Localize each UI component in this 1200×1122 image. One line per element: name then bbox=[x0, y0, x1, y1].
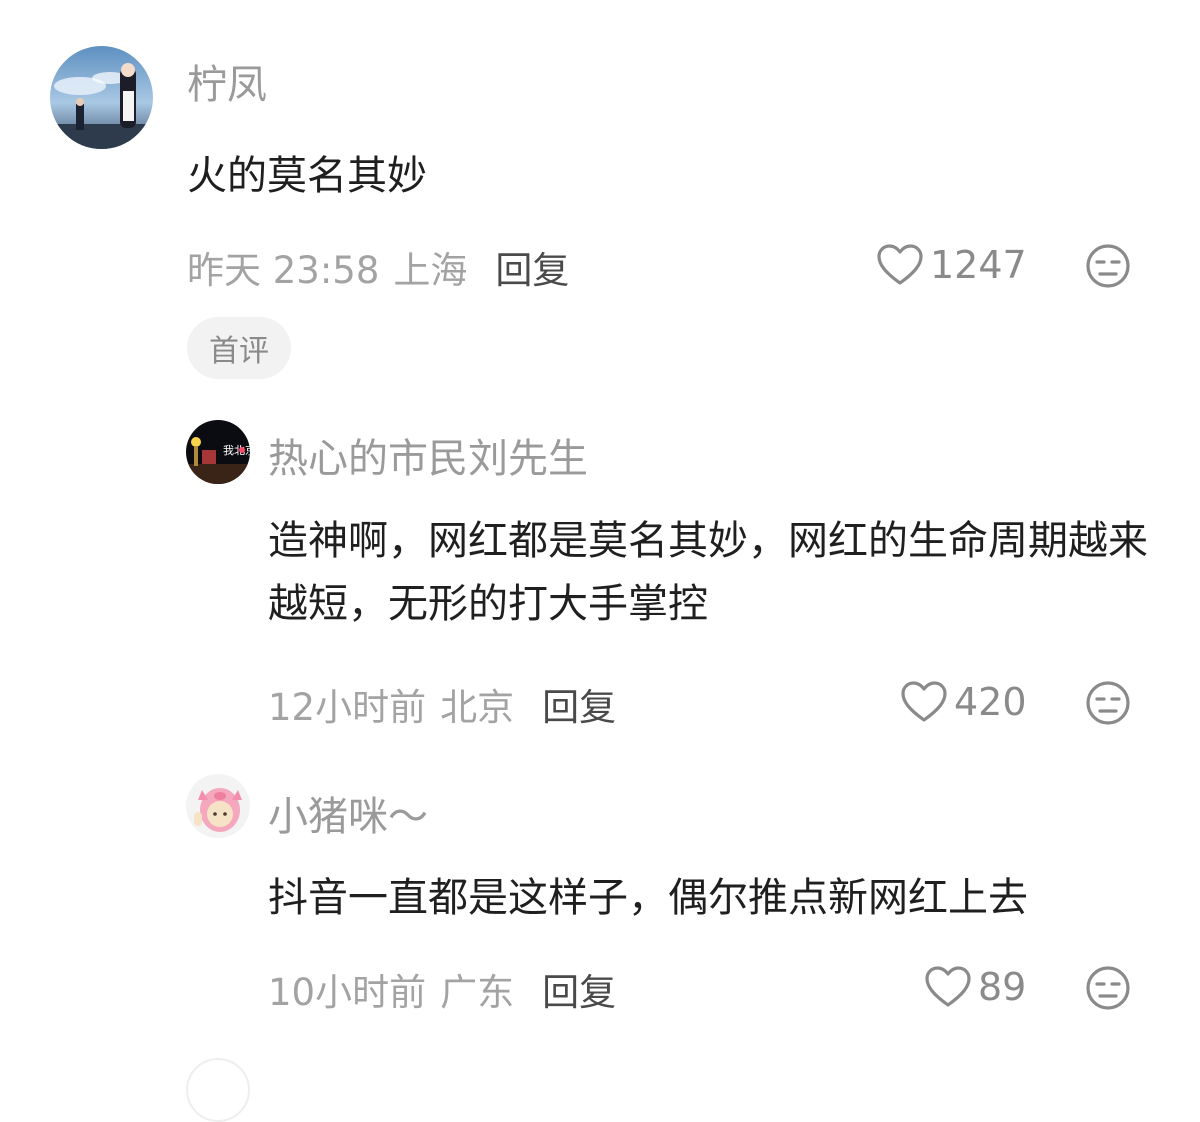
reply-item: 我北京 热心的市民刘先生 造神啊，网红都是莫名其妙，网红的生命周期越来越短，无形… bbox=[0, 400, 1200, 740]
avatar-partial[interactable] bbox=[186, 1058, 250, 1122]
avatar[interactable] bbox=[50, 46, 153, 149]
avatar[interactable]: 我北京 bbox=[186, 420, 250, 484]
reply-button[interactable]: 回复 bbox=[542, 677, 616, 731]
reply-item: 小猪咪～ 抖音一直都是这样子，偶尔推点新网红上去 10小时前 广东 回复 89 bbox=[0, 740, 1200, 1030]
reply-location: 广东 bbox=[440, 971, 515, 1014]
like-button[interactable]: 420 bbox=[900, 677, 1027, 727]
avatar[interactable] bbox=[186, 774, 250, 838]
reply-button[interactable]: 回复 bbox=[542, 962, 616, 1016]
like-count: 89 bbox=[978, 965, 1027, 1009]
reply-username[interactable]: 小猪咪～ bbox=[268, 784, 428, 842]
comment-text: 火的莫名其妙 bbox=[187, 153, 427, 199]
reply-meta: 12小时前 北京 回复 bbox=[268, 677, 616, 731]
first-comment-badge: 首评 bbox=[187, 317, 291, 379]
heart-outline-icon bbox=[877, 244, 923, 285]
comment-time: 昨天 23:58 bbox=[187, 249, 380, 292]
reply-text: 造神啊，网红都是莫名其妙，网红的生命周期越来越短，无形的打大手掌控 bbox=[268, 518, 1148, 627]
reply-text: 抖音一直都是这样子，偶尔推点新网红上去 bbox=[268, 875, 1028, 921]
comment-username[interactable]: 柠凤 bbox=[187, 52, 267, 110]
reply-username[interactable]: 热心的市民刘先生 bbox=[268, 426, 588, 484]
like-count: 420 bbox=[954, 680, 1027, 724]
reply-button[interactable]: 回复 bbox=[495, 240, 569, 294]
comment-meta: 昨天 23:58 上海 回复 bbox=[187, 240, 569, 294]
comment-item: 柠凤 火的莫名其妙 昨天 23:58 上海 回复 1247 首评 bbox=[0, 0, 1200, 400]
reply-meta: 10小时前 广东 回复 bbox=[268, 962, 616, 1016]
reply-location: 北京 bbox=[440, 686, 515, 729]
unamused-face-icon[interactable] bbox=[1085, 965, 1131, 1011]
like-count: 1247 bbox=[930, 243, 1027, 287]
unamused-face-icon[interactable] bbox=[1085, 680, 1131, 726]
reply-time: 10小时前 bbox=[268, 971, 427, 1014]
like-button[interactable]: 1247 bbox=[876, 240, 1027, 290]
heart-outline-icon bbox=[901, 681, 947, 722]
comment-location: 上海 bbox=[393, 249, 468, 292]
avatar-sign-text: 我北京 bbox=[223, 443, 250, 457]
reply-time: 12小时前 bbox=[268, 686, 427, 729]
heart-outline-icon bbox=[925, 966, 971, 1007]
like-button[interactable]: 89 bbox=[924, 962, 1026, 1012]
unamused-face-icon[interactable] bbox=[1085, 243, 1131, 289]
